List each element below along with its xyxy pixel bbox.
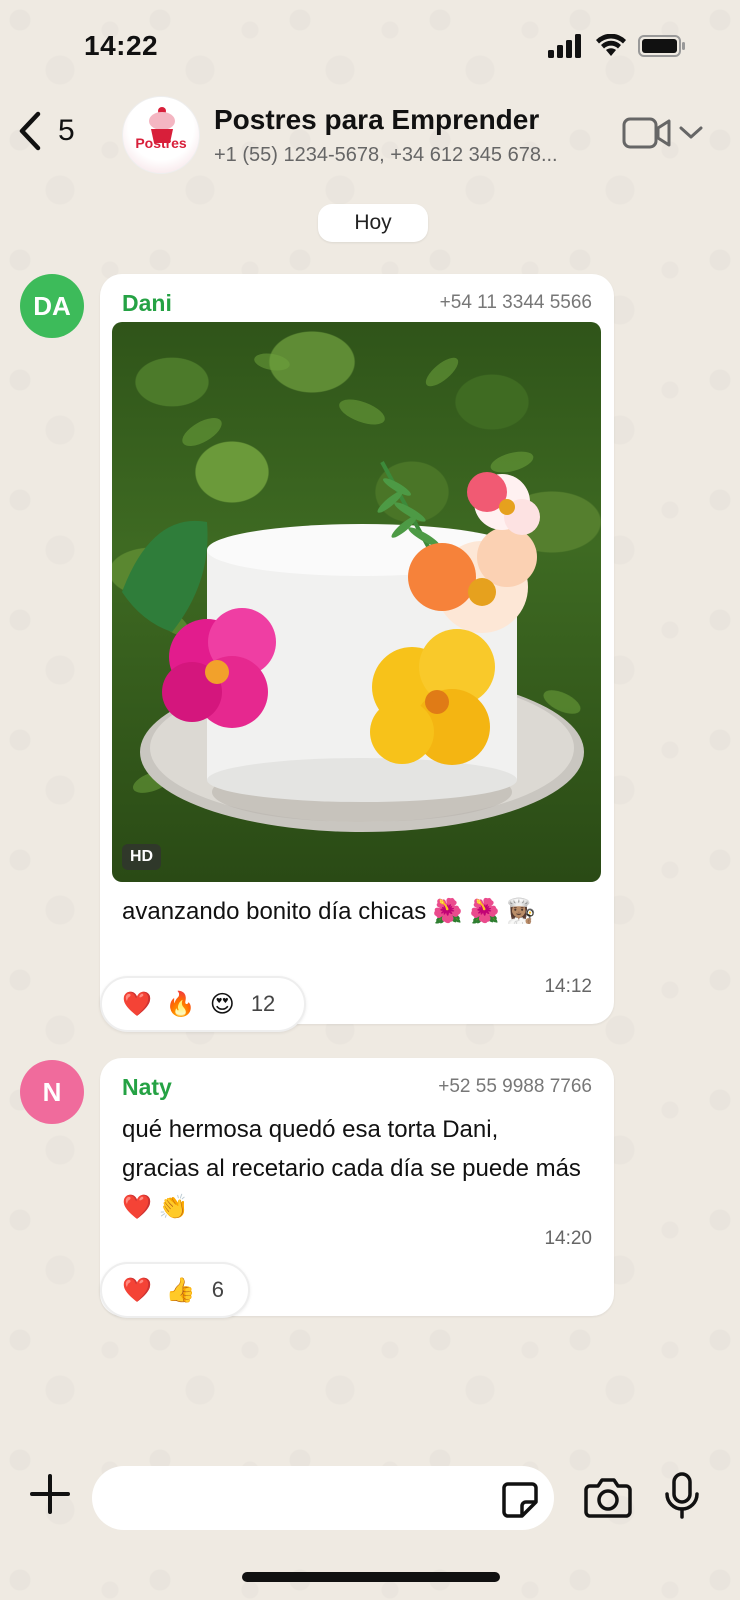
video-call-button[interactable] (622, 116, 704, 150)
reaction-count: 6 (211, 1277, 225, 1302)
signal-icon (548, 34, 581, 58)
reaction-thumbs-up: 👍 (165, 1276, 196, 1304)
unread-count: 5 (58, 114, 75, 147)
back-icon (19, 111, 41, 151)
sender-name[interactable]: Dani (122, 290, 172, 317)
reaction-heart-eyes: 😍 (209, 990, 235, 1018)
sender-avatar[interactable]: N (20, 1060, 84, 1124)
message-time: 14:12 (544, 976, 592, 997)
status-bar: 14:22 (0, 0, 740, 90)
home-indicator[interactable] (242, 1572, 500, 1582)
camera-button[interactable] (584, 1476, 632, 1523)
message-bubble[interactable]: Dani +54 11 3344 5566 HD avanzando bonit… (100, 274, 614, 1024)
reaction-heart: ❤️ (122, 990, 152, 1018)
group-avatar[interactable]: Postres (122, 96, 200, 174)
chevron-down-icon (679, 126, 703, 139)
hd-badge: HD (122, 844, 162, 870)
message-text: qué hermosa quedó esa torta Dani, gracia… (122, 1116, 581, 1221)
composer-bar (0, 1448, 740, 1548)
reactions-bar[interactable]: ❤️ 🔥 😍 12 (100, 976, 306, 1032)
sender-phone: +54 11 3344 5566 (439, 292, 592, 313)
group-members[interactable]: +1 (55) 1234-5678, +34 612 345 678... (214, 144, 604, 167)
plus-icon (30, 1474, 70, 1514)
camera-icon (584, 1478, 632, 1518)
video-call-icon (622, 117, 671, 149)
mic-icon (665, 1472, 699, 1519)
attach-button[interactable] (28, 1472, 72, 1521)
message-time: 14:20 (544, 1228, 592, 1249)
wifi-icon (596, 34, 626, 56)
date-separator: Hoy (318, 204, 428, 242)
sticker-button[interactable] (500, 1480, 540, 1525)
sender-avatar[interactable]: DA (20, 274, 84, 338)
message-photo[interactable]: HD (112, 322, 601, 882)
message-caption: avanzando bonito día chicas 🌺 🌺 👩🏽‍🍳 (122, 898, 536, 925)
sender-name[interactable]: Naty (122, 1074, 172, 1101)
status-icons (548, 34, 686, 58)
reaction-fire: 🔥 (165, 990, 196, 1018)
voice-message-button[interactable] (664, 1472, 700, 1525)
group-name[interactable]: Postres para Emprender (214, 104, 539, 136)
avatar-brand-text: Postres (135, 135, 187, 151)
reaction-count: 12 (250, 991, 276, 1016)
chat-header: 5 Postres Postres para Emprender +1 (55)… (0, 92, 740, 178)
battery-icon (638, 35, 685, 57)
reactions-bar[interactable]: ❤️ 👍 6 (100, 1262, 250, 1318)
message-input[interactable] (92, 1466, 554, 1530)
back-button[interactable]: 5 (16, 110, 75, 152)
reaction-heart: ❤️ (122, 1276, 152, 1304)
sender-phone: +52 55 9988 7766 (438, 1076, 592, 1097)
sticker-icon (502, 1482, 538, 1518)
cake-image (122, 353, 584, 832)
status-time: 14:22 (84, 30, 159, 61)
